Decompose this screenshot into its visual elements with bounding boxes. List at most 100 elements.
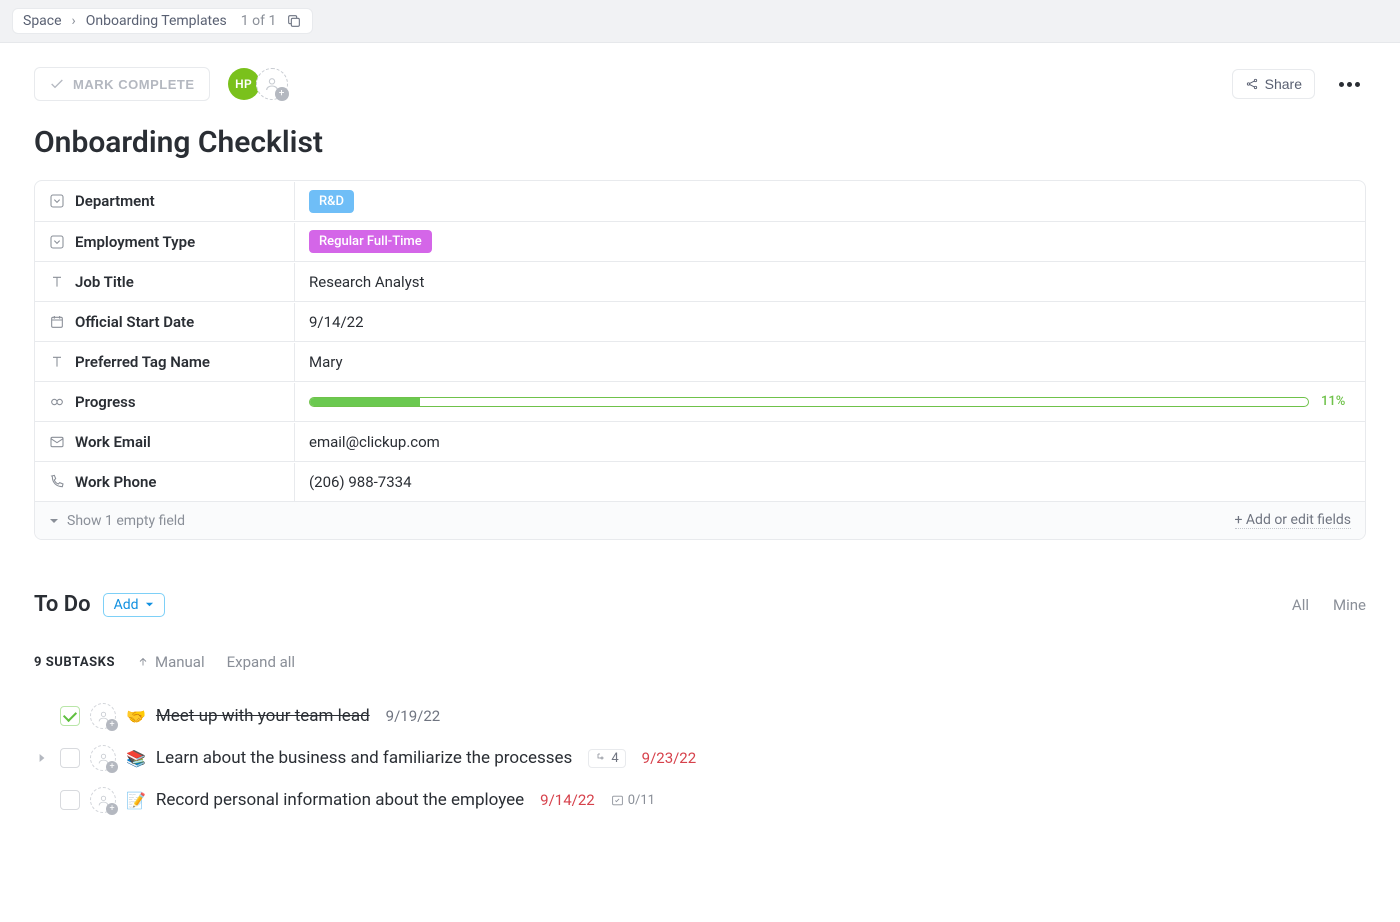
assign-user-button[interactable]: + bbox=[90, 703, 116, 729]
show-empty-label: Show 1 empty field bbox=[67, 513, 185, 529]
field-label: Employment Type bbox=[75, 233, 195, 251]
filter-all[interactable]: All bbox=[1292, 596, 1309, 614]
plus-icon: + bbox=[275, 87, 289, 101]
task-emoji: 📝 bbox=[126, 791, 146, 810]
show-empty-fields-toggle[interactable]: Show 1 empty field bbox=[49, 513, 185, 529]
caret-right-icon bbox=[38, 753, 46, 763]
assign-user-button[interactable]: + bbox=[90, 787, 116, 813]
field-label: Official Start Date bbox=[75, 313, 194, 331]
task-checkbox[interactable] bbox=[60, 706, 80, 726]
task-emoji: 🤝 bbox=[126, 707, 146, 726]
caret-down-icon bbox=[49, 516, 59, 526]
field-label: Preferred Tag Name bbox=[75, 353, 210, 371]
task-checkbox[interactable] bbox=[60, 748, 80, 768]
progress-bar[interactable]: 11% bbox=[309, 394, 1351, 409]
mark-complete-button[interactable]: MARK COMPLETE bbox=[34, 67, 210, 101]
field-value: Research Analyst bbox=[309, 273, 424, 291]
task-checkbox[interactable] bbox=[60, 790, 80, 810]
more-menu-button[interactable] bbox=[1333, 76, 1366, 93]
share-icon bbox=[1245, 77, 1259, 91]
field-department[interactable]: Department R&D bbox=[35, 181, 1365, 221]
field-value: 9/14/22 bbox=[309, 313, 364, 331]
dropdown-icon bbox=[49, 234, 65, 250]
task-title[interactable]: Meet up with your team lead bbox=[156, 706, 370, 726]
progress-percent: 11% bbox=[1321, 394, 1351, 409]
task-date[interactable]: 9/14/22 bbox=[540, 791, 595, 809]
add-edit-fields-link[interactable]: + Add or edit fields bbox=[1235, 512, 1352, 529]
field-label: Job Title bbox=[75, 273, 134, 291]
field-work-email[interactable]: Work Email email@clickup.com bbox=[35, 421, 1365, 461]
arrow-up-icon bbox=[137, 656, 149, 668]
text-icon bbox=[49, 274, 65, 290]
breadcrumb[interactable]: Space › Onboarding Templates 1 of 1 bbox=[12, 8, 313, 34]
fields-footer: Show 1 empty field + Add or edit fields bbox=[35, 501, 1365, 539]
checklist-icon bbox=[611, 794, 624, 807]
field-value: (206) 988-7334 bbox=[309, 473, 412, 491]
field-label: Work Phone bbox=[75, 473, 156, 491]
sort-label: Manual bbox=[155, 653, 205, 671]
add-task-button[interactable]: Add bbox=[103, 593, 165, 617]
field-preferred-name[interactable]: Preferred Tag Name Mary bbox=[35, 341, 1365, 381]
breadcrumb-bar: Space › Onboarding Templates 1 of 1 bbox=[0, 0, 1400, 43]
field-job-title[interactable]: Job Title Research Analyst bbox=[35, 261, 1365, 301]
plus-icon: + bbox=[106, 803, 118, 815]
tag-value[interactable]: Regular Full-Time bbox=[309, 230, 432, 253]
subtask-count-badge[interactable]: 4 bbox=[588, 749, 625, 768]
add-label: Add bbox=[114, 597, 139, 613]
calendar-icon bbox=[49, 314, 65, 330]
task-emoji: 📚 bbox=[126, 749, 146, 768]
assign-user-button[interactable]: + bbox=[90, 745, 116, 771]
plus-icon: + bbox=[106, 761, 118, 773]
share-label: Share bbox=[1265, 76, 1302, 92]
field-work-phone[interactable]: Work Phone (206) 988-7334 bbox=[35, 461, 1365, 501]
field-start-date[interactable]: Official Start Date 9/14/22 bbox=[35, 301, 1365, 341]
avatar[interactable]: HP bbox=[228, 68, 260, 100]
field-label: Department bbox=[75, 192, 155, 210]
caret-down-icon bbox=[145, 600, 154, 609]
task-row[interactable]: + 📚 Learn about the business and familia… bbox=[30, 737, 1370, 779]
task-date[interactable]: 9/23/22 bbox=[642, 749, 697, 767]
checklist-value: 0/11 bbox=[628, 793, 655, 808]
task-title[interactable]: Learn about the business and familiarize… bbox=[156, 748, 572, 768]
field-progress[interactable]: Progress 11% bbox=[35, 381, 1365, 421]
task-row[interactable]: + 🤝 Meet up with your team lead 9/19/22 bbox=[30, 695, 1370, 737]
copy-icon[interactable] bbox=[286, 13, 302, 29]
check-icon bbox=[49, 76, 65, 92]
custom-fields-table: Department R&D Employment Type Regular F… bbox=[34, 180, 1366, 540]
subtask-icon bbox=[595, 752, 607, 764]
field-label: Work Email bbox=[75, 433, 151, 451]
breadcrumb-root[interactable]: Space bbox=[23, 13, 62, 29]
filter-mine[interactable]: Mine bbox=[1333, 596, 1366, 614]
plus-icon: + bbox=[106, 719, 118, 731]
field-label: Progress bbox=[75, 393, 136, 411]
progress-icon bbox=[49, 394, 65, 410]
mail-icon bbox=[49, 434, 65, 450]
mark-complete-label: MARK COMPLETE bbox=[73, 77, 195, 92]
expand-all-button[interactable]: Expand all bbox=[227, 653, 295, 671]
chevron-right-icon: › bbox=[72, 13, 76, 29]
task-date[interactable]: 9/19/22 bbox=[386, 707, 441, 725]
tag-value[interactable]: R&D bbox=[309, 190, 354, 213]
expand-caret[interactable] bbox=[34, 753, 50, 763]
dropdown-icon bbox=[49, 193, 65, 209]
page-title[interactable]: Onboarding Checklist bbox=[34, 125, 1366, 160]
subtask-toolbar: 9 SUBTASKS Manual Expand all bbox=[34, 653, 1366, 671]
todo-filters: All Mine bbox=[1292, 596, 1366, 614]
field-employment-type[interactable]: Employment Type Regular Full-Time bbox=[35, 221, 1365, 261]
subtask-count: 9 SUBTASKS bbox=[34, 655, 115, 670]
checklist-badge[interactable]: 0/11 bbox=[611, 793, 655, 808]
field-value: email@clickup.com bbox=[309, 433, 440, 451]
subtask-count-value: 4 bbox=[611, 751, 618, 766]
breadcrumb-current[interactable]: Onboarding Templates bbox=[86, 13, 227, 29]
task-title[interactable]: Record personal information about the em… bbox=[156, 790, 524, 810]
add-assignee-button[interactable]: + bbox=[256, 68, 288, 100]
assignees[interactable]: HP + bbox=[228, 68, 288, 100]
page-header: MARK COMPLETE HP + Share bbox=[20, 43, 1380, 101]
text-icon bbox=[49, 354, 65, 370]
todo-title: To Do bbox=[34, 592, 91, 617]
share-button[interactable]: Share bbox=[1232, 69, 1315, 99]
todo-header: To Do Add All Mine bbox=[34, 592, 1366, 617]
phone-icon bbox=[49, 474, 65, 490]
task-row[interactable]: + 📝 Record personal information about th… bbox=[30, 779, 1370, 821]
sort-button[interactable]: Manual bbox=[137, 653, 205, 671]
